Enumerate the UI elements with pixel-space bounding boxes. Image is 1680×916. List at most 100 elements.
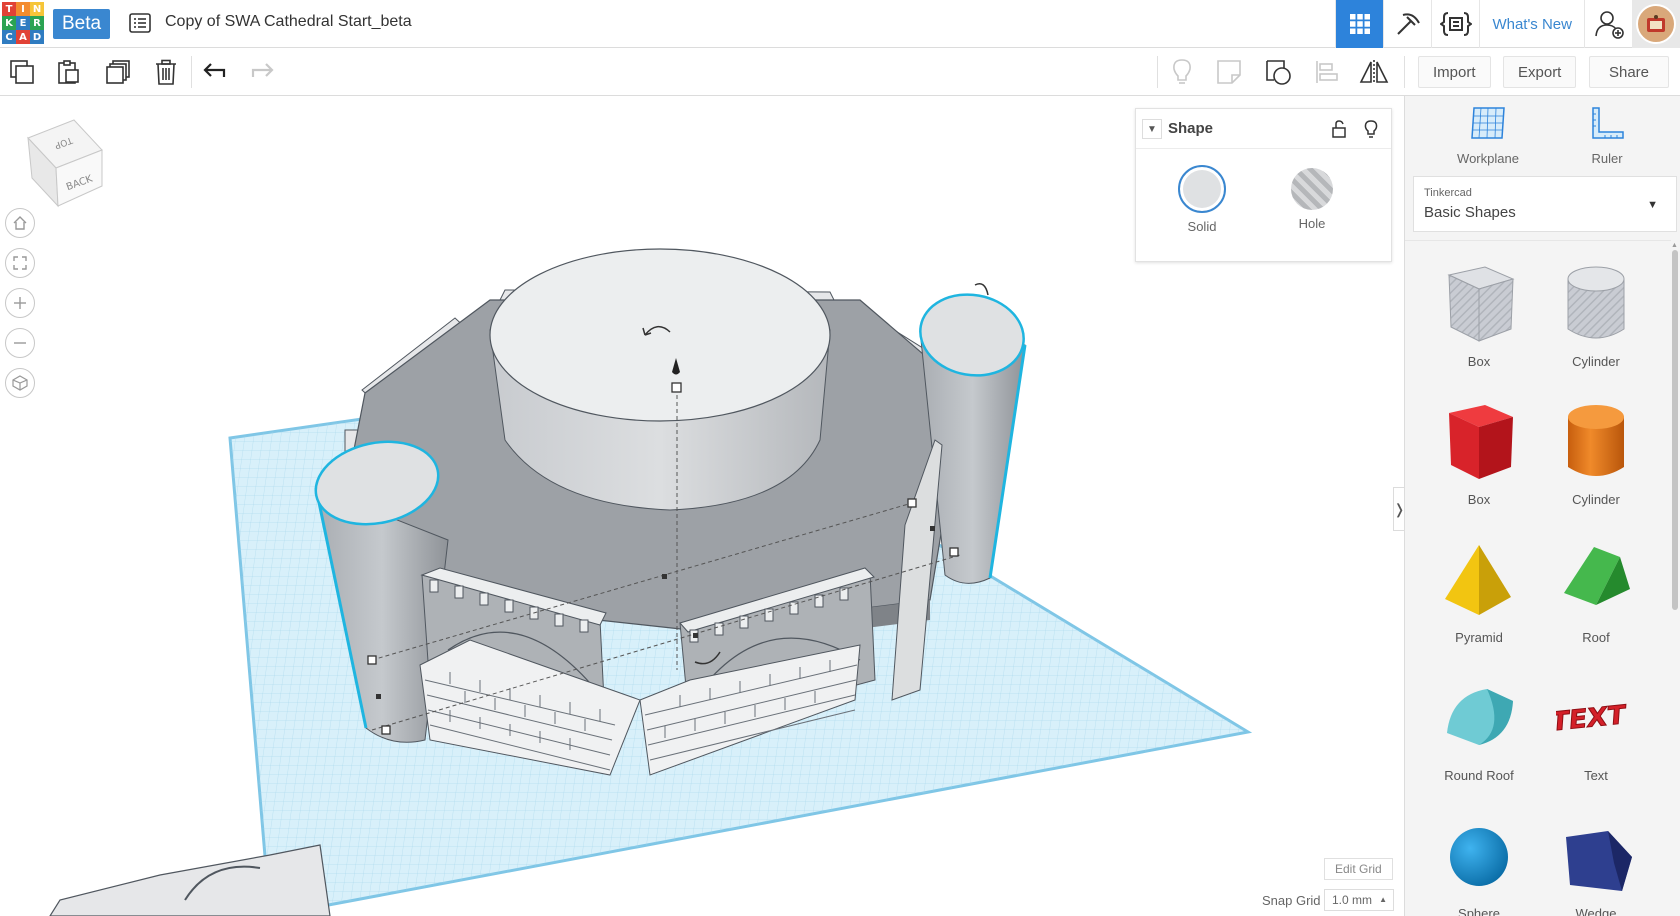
tinkercad-editor: TINKERCAD Beta Copy of SWA Cathedral Sta… <box>0 0 1680 916</box>
dropdown-arrow-icon: ▼ <box>1647 199 1658 211</box>
collapse-caret-icon[interactable]: ▼ <box>1142 119 1162 139</box>
add-user-icon[interactable] <box>1584 0 1632 48</box>
shape-label: Box <box>1467 354 1491 369</box>
solid-swatch[interactable] <box>1178 165 1226 213</box>
codeblocks-icon[interactable] <box>1431 0 1479 48</box>
roof-icon <box>1564 547 1630 605</box>
hole-label: Hole <box>1298 216 1326 231</box>
shape-sphere[interactable]: Sphere <box>1424 813 1534 916</box>
beta-badge: Beta <box>53 9 111 39</box>
trash-icon[interactable] <box>150 56 182 88</box>
box-icon <box>1449 405 1513 479</box>
shape-label: Cylinder <box>1572 492 1620 507</box>
shape-box-gray[interactable]: Box <box>1424 261 1534 369</box>
shape-round-roof[interactable]: Round Roof <box>1424 675 1534 783</box>
hole-option[interactable]: Hole <box>1272 165 1352 231</box>
snap-grid-arrow-icon: ▲ <box>1379 895 1387 904</box>
toolbar-divider <box>1157 56 1158 88</box>
shape-inspector-panel: ▼ Shape Solid Hole <box>1135 108 1392 262</box>
toolbar: Import Export Share <box>0 48 1680 96</box>
mirror-icon[interactable] <box>1358 56 1390 88</box>
shape-panel-title: Shape <box>1168 120 1214 137</box>
shape-note-icon[interactable] <box>1262 56 1294 88</box>
top-right-controls: What's New <box>1335 0 1680 48</box>
toolbar-divider <box>191 56 192 88</box>
zoom-out-icon[interactable] <box>5 328 35 358</box>
tinkercad-logo[interactable]: TINKERCAD <box>2 2 44 44</box>
ruler-label: Ruler <box>1591 151 1623 166</box>
shape-roof[interactable]: Roof <box>1541 537 1651 645</box>
unlock-icon[interactable] <box>1331 119 1347 144</box>
shape-label: Wedge <box>1575 906 1617 916</box>
edit-grid-button[interactable]: Edit Grid <box>1324 858 1393 880</box>
shape-cylinder-gray[interactable]: Cylinder <box>1541 261 1651 369</box>
undo-icon[interactable] <box>199 56 231 88</box>
whats-new-link[interactable]: What's New <box>1479 0 1584 48</box>
shape-label: Box <box>1467 492 1491 507</box>
shape-cylinder-orange[interactable]: Cylinder <box>1541 399 1651 507</box>
import-button[interactable]: Import <box>1418 56 1491 88</box>
sphere-icon <box>1450 828 1508 886</box>
grid-view-icon[interactable] <box>1335 0 1384 48</box>
logo-letter: E <box>16 16 30 30</box>
3d-workspace[interactable]: TOP BACK ▼ Shape Solid Hole Edit Grid Sn… <box>0 96 1404 916</box>
snap-grid-value: 1.0 mm <box>1332 893 1373 907</box>
shape-label: Text <box>1584 768 1608 783</box>
note-icon[interactable] <box>1213 56 1245 88</box>
fit-icon[interactable] <box>5 248 35 278</box>
paste-icon[interactable] <box>53 56 85 88</box>
view-cube[interactable]: TOP BACK <box>24 116 106 213</box>
logo-letter: T <box>2 2 16 16</box>
round-roof-icon <box>1447 689 1513 745</box>
shape-wedge[interactable]: Wedge <box>1541 813 1651 916</box>
shape-box-red[interactable]: Box <box>1424 399 1534 507</box>
shapes-grid: Box Cylinder Box Cylinder Pyramid Roof R… <box>1405 240 1671 916</box>
design-list-icon[interactable] <box>128 11 152 35</box>
svg-text:TEXT: TEXT <box>1556 700 1626 737</box>
shapes-scrollbar[interactable] <box>1672 250 1678 610</box>
shape-label: Sphere <box>1458 906 1500 916</box>
pyramid-icon <box>1445 545 1511 615</box>
workplane-label: Workplane <box>1457 151 1519 166</box>
logo-letter: A <box>16 30 30 44</box>
design-title[interactable]: Copy of SWA Cathedral Start_beta <box>165 13 412 31</box>
logo-letter: R <box>30 16 44 30</box>
logo-letter: N <box>30 2 44 16</box>
ruler-icon <box>1592 107 1624 139</box>
share-button[interactable]: Share <box>1589 56 1669 88</box>
avatar-image <box>1636 4 1676 44</box>
zoom-in-icon[interactable] <box>5 288 35 318</box>
ortho-icon[interactable] <box>5 368 35 398</box>
shape-label: Cylinder <box>1572 354 1620 369</box>
shape-library-select[interactable]: Tinkercad Basic Shapes ▼ <box>1413 176 1677 232</box>
workplane-tool[interactable]: Workplane <box>1443 104 1533 166</box>
copy-icon[interactable] <box>6 56 38 88</box>
duplicate-icon[interactable] <box>102 56 134 88</box>
logo-letter: K <box>2 16 16 30</box>
logo-letter: I <box>16 2 30 16</box>
home-icon[interactable] <box>5 208 35 238</box>
solid-label: Solid <box>1187 219 1217 234</box>
shape-text[interactable]: TEXT Text <box>1541 675 1651 783</box>
cylinder-icon <box>1568 405 1624 476</box>
shape-label: Roof <box>1582 630 1610 645</box>
snap-grid-label: Snap Grid <box>1262 893 1321 908</box>
shape-panel-header: ▼ Shape <box>1136 109 1391 149</box>
scroll-up-icon[interactable]: ▲ <box>1671 242 1678 249</box>
shape-pyramid[interactable]: Pyramid <box>1424 537 1534 645</box>
visibility-bulb-icon[interactable] <box>1363 119 1379 144</box>
profile-avatar[interactable] <box>1632 0 1680 48</box>
solid-option[interactable]: Solid <box>1162 165 1242 234</box>
workplane-icon <box>1471 107 1505 139</box>
ruler-tool[interactable]: Ruler <box>1562 104 1652 166</box>
align-icon[interactable] <box>1311 56 1343 88</box>
export-button[interactable]: Export <box>1503 56 1577 88</box>
snap-grid-select[interactable]: 1.0 mm ▲ <box>1324 889 1394 911</box>
top-bar: TINKERCAD Beta Copy of SWA Cathedral Sta… <box>0 0 1680 48</box>
redo-icon[interactable] <box>246 56 278 88</box>
cylinder-icon <box>1567 266 1625 339</box>
light-bulb-icon[interactable] <box>1166 56 1198 88</box>
hole-swatch[interactable] <box>1291 168 1333 210</box>
shape-label: Pyramid <box>1455 630 1503 645</box>
pickaxe-icon[interactable] <box>1383 0 1431 48</box>
